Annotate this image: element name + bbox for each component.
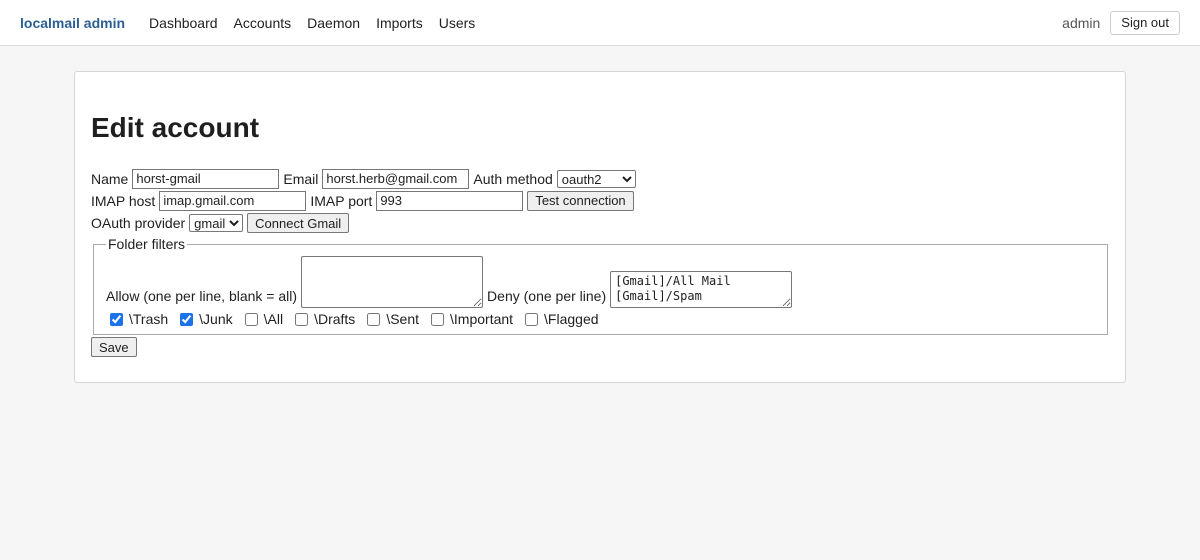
name-input[interactable] [132,168,280,189]
connect-gmail-button[interactable]: Connect Gmail [247,213,350,233]
check-drafts-box[interactable] [295,312,309,326]
top-bar: localmail admin Dashboard Accounts Daemo… [0,0,1200,46]
check-all-box[interactable] [244,312,258,326]
oauth-provider-label: OAuth provider [91,215,186,231]
nav-users[interactable]: Users [439,15,476,31]
main-nav: Dashboard Accounts Daemon Imports Users [149,15,475,31]
nav-dashboard[interactable]: Dashboard [149,15,218,31]
check-junk-box[interactable] [180,312,194,326]
edit-account-card: Edit account Name Email Auth method oaut… [74,71,1126,383]
folder-filters: Folder filters Allow (one per line, blan… [93,236,1108,335]
check-sent[interactable]: \Sent [363,311,419,327]
check-drafts[interactable]: \Drafts [291,311,355,327]
check-flagged-box[interactable] [525,312,539,326]
save-button[interactable]: Save [91,337,137,357]
allow-label: Allow (one per line, blank = all) [106,288,298,304]
imap-port-label: IMAP port [310,192,373,209]
check-important-box[interactable] [431,312,445,326]
deny-label: Deny (one per line) [487,288,607,304]
brand-link[interactable]: localmail admin [20,15,125,31]
check-sent-box[interactable] [367,312,381,326]
email-label: Email [283,170,319,187]
folder-filters-legend: Folder filters [108,236,186,252]
imap-host-input[interactable] [159,190,307,211]
imap-port-input[interactable] [376,190,524,211]
oauth-provider-select[interactable]: gmail [189,214,244,232]
email-input[interactable] [322,168,470,189]
check-important[interactable]: \Important [427,311,513,327]
row-identity: Name Email Auth method oauth2 [91,168,1109,189]
auth-method-label: Auth method [473,170,553,187]
check-flagged[interactable]: \Flagged [521,311,599,327]
page-title: Edit account [91,112,260,143]
nav-daemon[interactable]: Daemon [307,15,360,31]
allow-textarea[interactable] [301,256,484,308]
check-trash[interactable]: \Trash [106,311,168,327]
test-connection-button[interactable]: Test connection [527,190,634,211]
special-folder-checks: \Trash \Junk \All \Drafts \Sent \Importa… [106,308,1095,330]
deny-textarea[interactable]: [Gmail]/All Mail [Gmail]/Spam [610,271,793,308]
filter-rows: Allow (one per line, blank = all) Deny (… [106,252,1095,308]
sign-out-button[interactable]: Sign out [1110,10,1180,35]
nav-imports[interactable]: Imports [376,15,423,31]
auth-method-select[interactable]: oauth2 [556,169,636,188]
current-user: admin [1062,14,1101,31]
check-all[interactable]: \All [241,311,283,327]
nav-accounts[interactable]: Accounts [234,15,292,31]
check-trash-box[interactable] [110,312,123,326]
check-junk[interactable]: \Junk [176,311,233,327]
name-label: Name [91,170,129,187]
row-imap: IMAP host IMAP port Test connection [91,190,1109,211]
imap-host-label: IMAP host [91,192,156,209]
row-oauth: OAuth provider gmail Connect Gmail [91,212,1109,234]
